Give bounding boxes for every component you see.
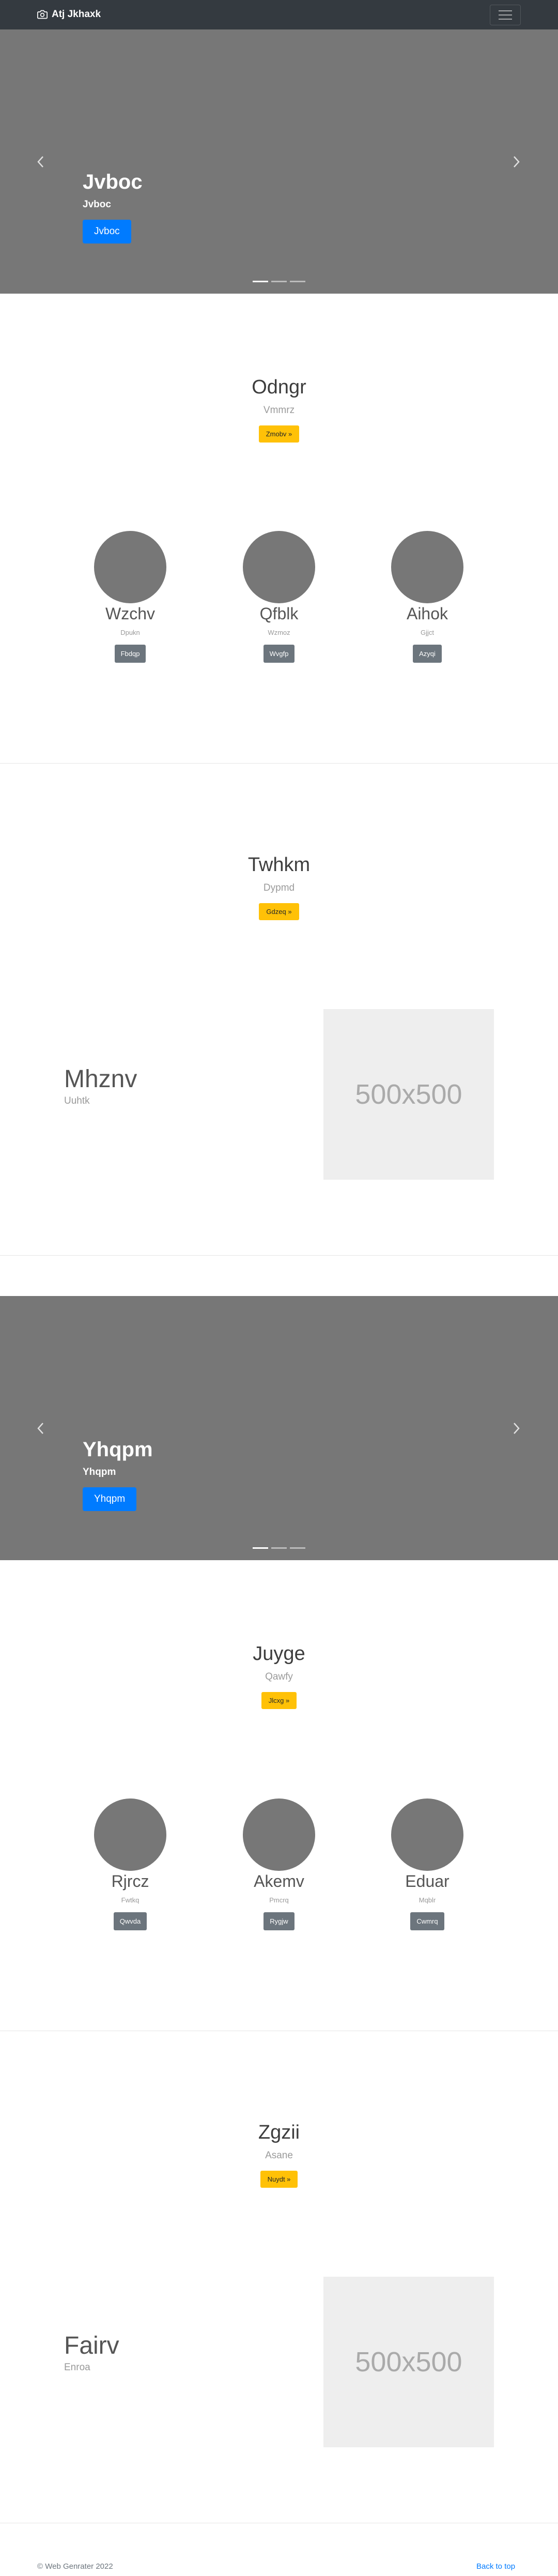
footer-copyright: © Web Genrater 2022 <box>37 2562 113 2571</box>
team-name: Aihok <box>406 604 448 623</box>
team-name: Rjrcz <box>111 1872 149 1891</box>
chevron-left-icon <box>37 1422 43 1434</box>
hero-carousel: Jvboc Jvboc Jvboc <box>0 29 558 294</box>
team-card: Aihok Gjjct Azyqi <box>355 531 500 663</box>
carousel-indicators <box>0 1547 558 1549</box>
section-heading: Zgzii <box>258 2122 300 2143</box>
team-card: Wzchv Dpukn Fbdqp <box>58 531 203 663</box>
feature-text: Fairv Enroa <box>64 2331 119 2373</box>
hero-carousel: Yhqpm Yhqpm Yhqpm <box>0 1296 558 1560</box>
navbar-brand[interactable]: Atj Jkhaxk <box>37 9 101 20</box>
chevron-right-icon <box>514 1422 520 1434</box>
team-button[interactable]: Wvgfp <box>263 645 295 663</box>
team-role: Pmcrq <box>269 1896 289 1904</box>
carousel-next-button[interactable] <box>508 154 524 170</box>
team-name: Akemv <box>254 1872 304 1891</box>
carousel-next-button[interactable] <box>508 1421 524 1436</box>
team-role: Wzmoz <box>268 629 290 636</box>
section-subheading: Qawfy <box>265 1671 293 1682</box>
section-button[interactable]: Nuydt » <box>260 2171 298 2188</box>
section-subheading: Vmmrz <box>263 405 295 416</box>
section-button[interactable]: Jlcxg » <box>261 1692 297 1709</box>
team-role: Gjjct <box>421 629 434 636</box>
carousel-title: Yhqpm <box>83 1438 153 1461</box>
feature-subheading: Enroa <box>64 2362 90 2373</box>
section-header: Zgzii Asane Nuydt » <box>0 2122 558 2188</box>
team-name: Eduar <box>405 1872 450 1891</box>
carousel-indicator[interactable] <box>271 281 287 282</box>
team-button[interactable]: Cwmrq <box>410 1912 444 1930</box>
team-button[interactable]: Azyqi <box>413 645 442 663</box>
carousel-indicator[interactable] <box>290 1547 305 1549</box>
avatar <box>391 531 463 603</box>
carousel-button[interactable]: Jvboc <box>83 220 131 243</box>
team-role: Mqblr <box>419 1896 436 1904</box>
feature-heading: Mhznv <box>64 1065 137 1093</box>
camera-icon <box>37 10 48 19</box>
carousel-indicator[interactable] <box>253 281 268 282</box>
carousel-title: Jvboc <box>83 171 143 193</box>
feature-text: Mhznv Uuhtk <box>64 1065 137 1107</box>
section-subheading: Asane <box>265 2150 293 2161</box>
navbar: Atj Jkhaxk <box>0 0 558 29</box>
carousel-subtitle: Jvboc <box>83 199 111 210</box>
brand-text: Atj Jkhaxk <box>52 9 101 20</box>
carousel-indicators <box>0 281 558 282</box>
carousel-indicator[interactable] <box>271 1547 287 1549</box>
carousel-prev-button[interactable] <box>33 1421 49 1436</box>
carousel-subtitle: Yhqpm <box>83 1467 116 1477</box>
feature-heading: Fairv <box>64 2332 119 2359</box>
section-button[interactable]: Gdzeq » <box>259 903 299 920</box>
section-heading: Odngr <box>252 376 306 398</box>
carousel-indicator[interactable] <box>253 1547 268 1549</box>
team-role: Fwtkq <box>121 1896 140 1904</box>
team-card: Eduar Mqblr Cwmrq <box>355 1798 500 1930</box>
back-to-top-link[interactable]: Back to top <box>476 2562 515 2571</box>
avatar <box>243 1798 315 1871</box>
section-button[interactable]: Zmobv » <box>258 425 300 443</box>
chevron-right-icon <box>514 156 520 167</box>
navbar-toggler-button[interactable] <box>490 5 521 25</box>
avatar <box>391 1798 463 1871</box>
team-role: Dpukn <box>120 629 140 636</box>
carousel-indicator[interactable] <box>290 281 305 282</box>
hamburger-icon <box>499 10 512 11</box>
team-button[interactable]: Fbdqp <box>114 645 146 663</box>
carousel-caption: Jvboc Jvboc Jvboc <box>83 171 143 243</box>
feature-image-placeholder: 500x500 <box>323 1009 494 1180</box>
team-card: Akemv Pmcrq Rygjw <box>207 1798 351 1930</box>
section-header: Twhkm Dypmd Gdzeq » <box>0 854 558 920</box>
team-name: Qfblk <box>259 604 299 623</box>
carousel-caption: Yhqpm Yhqpm Yhqpm <box>83 1438 153 1511</box>
divider <box>0 1255 558 1256</box>
team-button[interactable]: Qwvda <box>113 1912 147 1930</box>
carousel-button[interactable]: Yhqpm <box>83 1487 137 1511</box>
carousel-prev-button[interactable] <box>33 154 49 170</box>
team-name: Wzchv <box>105 604 155 623</box>
chevron-left-icon <box>37 156 43 167</box>
section-header: Juyge Qawfy Jlcxg » <box>0 1643 558 1709</box>
team-card: Rjrcz Fwtkq Qwvda <box>58 1798 203 1930</box>
feature-subheading: Uuhtk <box>64 1095 90 1106</box>
section-header: Odngr Vmmrz Zmobv » <box>0 376 558 443</box>
section-subheading: Dypmd <box>263 882 295 893</box>
section-heading: Juyge <box>253 1643 305 1665</box>
avatar <box>243 531 315 603</box>
avatar <box>94 531 166 603</box>
team-button[interactable]: Rygjw <box>264 1912 295 1930</box>
avatar <box>94 1798 166 1871</box>
feature-image-placeholder: 500x500 <box>323 2277 494 2447</box>
section-heading: Twhkm <box>247 854 311 876</box>
divider <box>0 763 558 764</box>
team-card: Qfblk Wzmoz Wvgfp <box>207 531 351 663</box>
